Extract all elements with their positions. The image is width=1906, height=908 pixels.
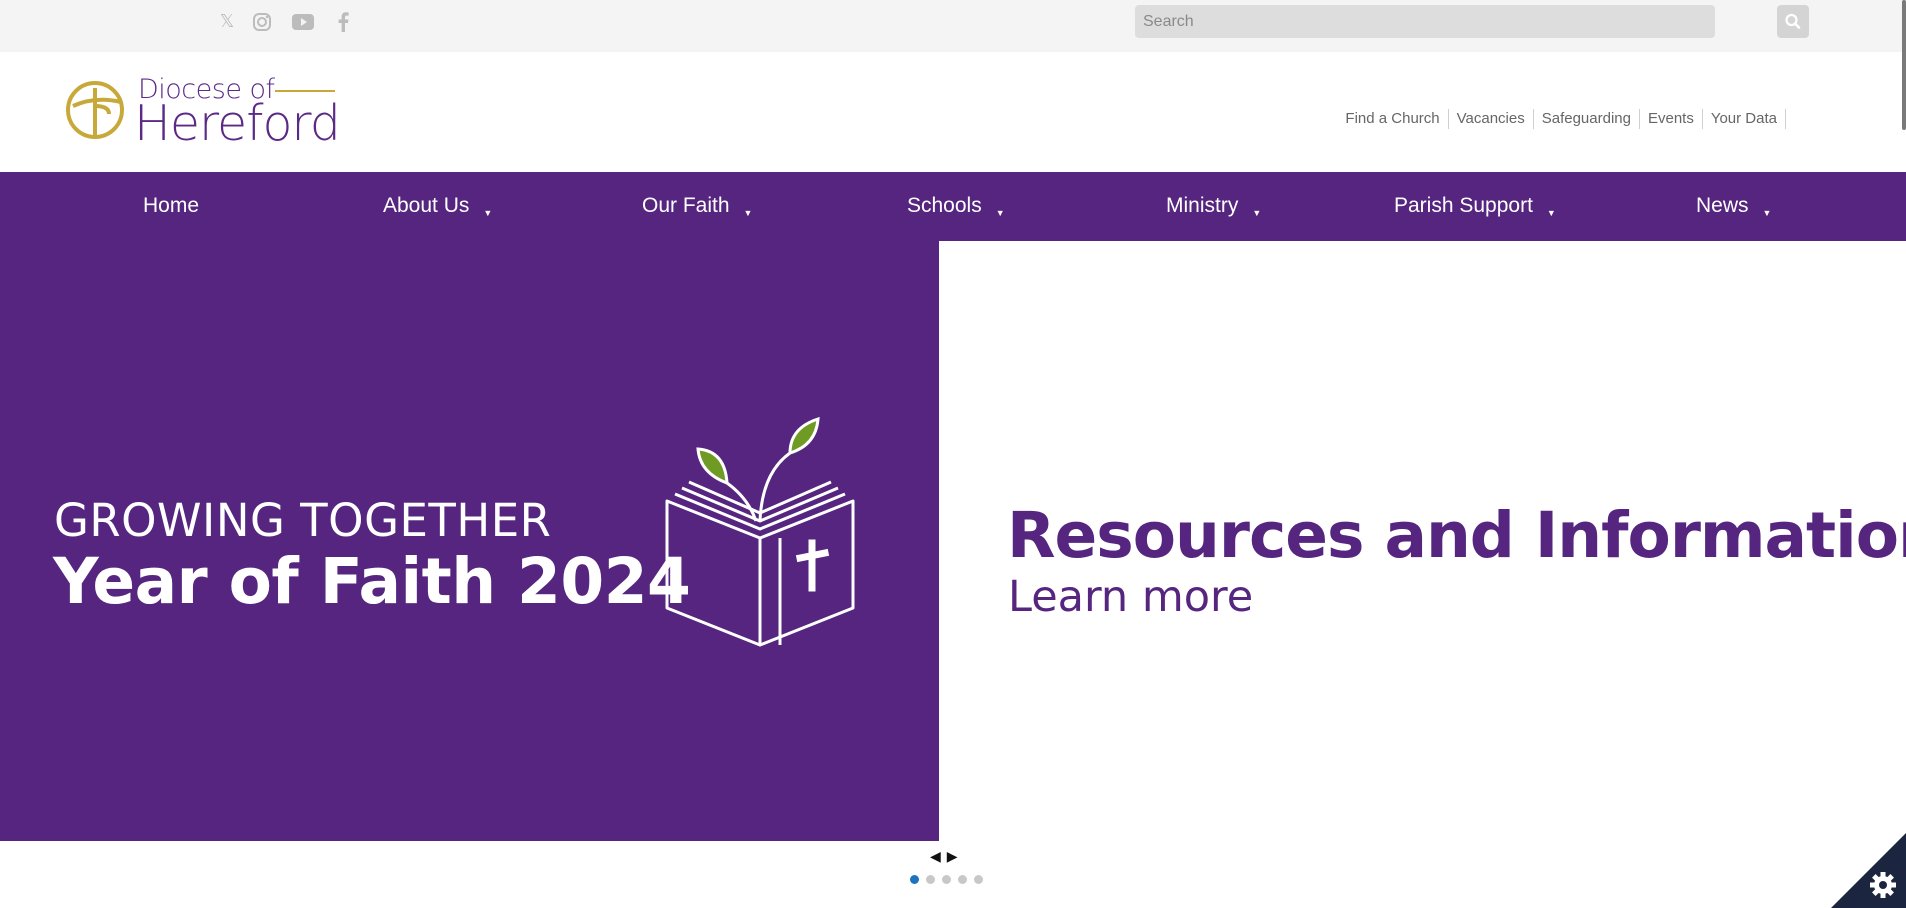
hero-title: Year of Faith 2024 [53, 545, 691, 618]
slider-dot[interactable] [942, 875, 951, 884]
search-input[interactable] [1135, 5, 1715, 38]
util-link-vacancies[interactable]: Vacancies [1449, 109, 1534, 129]
open-book-with-leaves-icon [665, 416, 855, 647]
dropdown-caret-icon: ▼ [1762, 208, 1772, 218]
cross-emblem-icon [66, 81, 124, 139]
x-twitter-icon[interactable]: 𝕏 [216, 10, 238, 34]
dropdown-caret-icon: ▼ [995, 208, 1005, 218]
slider-arrows: ◀ ▶ [930, 849, 964, 865]
youtube-icon[interactable] [291, 10, 315, 34]
hero-slide-year-of-faith[interactable]: GROWING TOGETHER Year of Faith 2024 [0, 241, 939, 841]
facebook-icon[interactable] [332, 10, 354, 34]
slider-dot[interactable] [910, 875, 919, 884]
cookie-settings-button[interactable] [1831, 833, 1906, 908]
top-bar: 𝕏 [0, 0, 1906, 52]
slider-dot[interactable] [958, 875, 967, 884]
nav-item-parish-support[interactable]: Parish Support ▼ [1394, 172, 1556, 241]
logo-flourish [275, 90, 335, 92]
nav-item-label: Schools [907, 194, 982, 217]
scrollbar-thumb[interactable] [1902, 0, 1906, 130]
util-link-safeguarding[interactable]: Safeguarding [1534, 109, 1640, 129]
dropdown-caret-icon: ▼ [1546, 208, 1556, 218]
hero-slide-resources[interactable]: Resources and Information Learn more [939, 241, 1906, 841]
slider-prev-button[interactable]: ◀ [930, 849, 941, 865]
nav-item-news[interactable]: News ▼ [1696, 172, 1771, 241]
main-nav: Home About Us ▼ Our Faith ▼ Schools ▼ Minis… [0, 172, 1906, 241]
hero-resources-title: Resources and Information [1007, 499, 1906, 572]
util-link-find-a-church[interactable]: Find a Church [1337, 109, 1449, 129]
nav-item-label: About Us [383, 194, 470, 217]
util-link-your-data[interactable]: Your Data [1703, 109, 1786, 129]
search-icon [1785, 13, 1801, 29]
nav-item-label: Ministry [1166, 194, 1239, 217]
slider-dots [910, 875, 983, 884]
util-link-events[interactable]: Events [1640, 109, 1703, 129]
hero-kicker: GROWING TOGETHER [54, 494, 552, 547]
slider-next-button[interactable]: ▶ [947, 849, 958, 865]
search-button[interactable] [1777, 5, 1809, 38]
dropdown-caret-icon: ▼ [483, 208, 493, 218]
nav-item-label: News [1696, 194, 1749, 217]
nav-item-ministry[interactable]: Ministry ▼ [1166, 172, 1261, 241]
nav-item-about-us[interactable]: About Us ▼ [383, 172, 492, 241]
dropdown-caret-icon: ▼ [1252, 208, 1262, 218]
nav-item-label: Home [143, 194, 200, 217]
slider-dot[interactable] [926, 875, 935, 884]
nav-item-label: Our Faith [642, 194, 730, 217]
nav-item-schools[interactable]: Schools ▼ [907, 172, 1005, 241]
learn-more-link[interactable]: Learn more [1008, 572, 1253, 622]
slider-dot[interactable] [974, 875, 983, 884]
cookie-gear-icon [1870, 872, 1896, 898]
nav-item-home[interactable]: Home [143, 172, 199, 241]
utility-links: Find a Church Vacancies Safeguarding Eve… [1337, 109, 1786, 129]
nav-item-our-faith[interactable]: Our Faith ▼ [642, 172, 752, 241]
logo-line2: Hereford [134, 95, 341, 152]
dropdown-caret-icon: ▼ [743, 208, 753, 218]
instagram-icon[interactable] [251, 10, 273, 34]
nav-item-label: Parish Support [1394, 194, 1533, 217]
